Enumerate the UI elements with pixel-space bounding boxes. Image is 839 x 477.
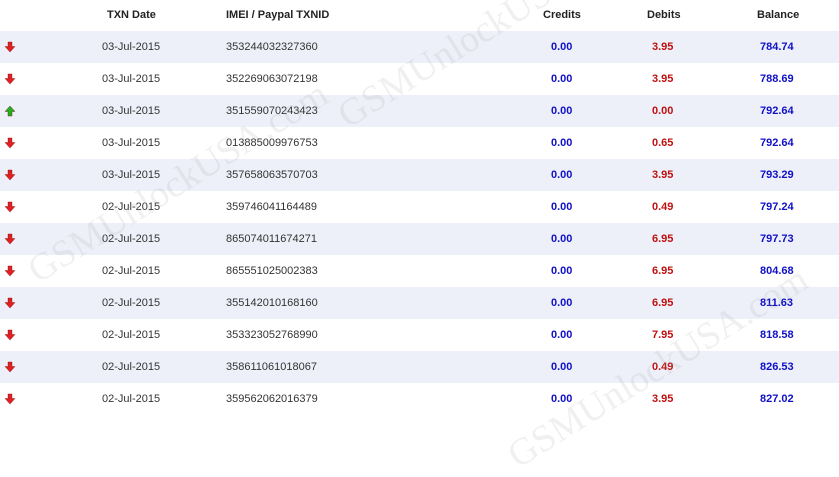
credits-cell: 0.00 bbox=[551, 41, 573, 53]
debit-arrow-down-icon bbox=[4, 169, 16, 181]
imei-txnid-cell: 359746041164489 bbox=[226, 201, 317, 213]
debits-cell: 3.95 bbox=[652, 393, 674, 405]
credit-arrow-up-icon bbox=[4, 105, 16, 117]
table-header: TXN Date IMEI / Paypal TXNID Credits Deb… bbox=[0, 0, 839, 31]
txn-date-cell: 02-Jul-2015 bbox=[102, 233, 161, 245]
debits-cell: 0.49 bbox=[652, 361, 674, 373]
balance-cell: 792.64 bbox=[760, 137, 794, 149]
header-debits: Debits bbox=[647, 9, 681, 21]
imei-txnid-cell: 358611061018067 bbox=[226, 361, 317, 373]
table-row: 02-Jul-2015 358611061018067 0.00 0.49 826.53 bbox=[0, 351, 839, 383]
debits-cell: 3.95 bbox=[652, 169, 674, 181]
credits-cell: 0.00 bbox=[551, 361, 573, 373]
balance-cell: 818.58 bbox=[760, 329, 794, 341]
balance-cell: 784.74 bbox=[760, 41, 794, 53]
imei-txnid-cell: 359562062016379 bbox=[226, 393, 318, 405]
table-row: 02-Jul-2015 353323052768990 0.00 7.95 818.58 bbox=[0, 319, 839, 351]
imei-txnid-cell: 351559070243423 bbox=[226, 105, 318, 117]
debit-arrow-down-icon bbox=[4, 265, 16, 277]
debits-cell: 6.95 bbox=[652, 265, 674, 277]
debit-arrow-down-icon bbox=[4, 393, 16, 405]
txn-date-cell: 02-Jul-2015 bbox=[102, 393, 161, 405]
debit-arrow-down-icon bbox=[4, 297, 16, 309]
imei-txnid-cell: 865551025002383 bbox=[226, 265, 318, 277]
debit-arrow-down-icon bbox=[4, 201, 16, 213]
debits-cell: 7.95 bbox=[652, 329, 674, 341]
debits-cell: 0.65 bbox=[652, 137, 674, 149]
header-txn-date: TXN Date bbox=[107, 9, 156, 21]
txn-date-cell: 03-Jul-2015 bbox=[102, 137, 161, 149]
debits-cell: 6.95 bbox=[652, 233, 674, 245]
debit-arrow-down-icon bbox=[4, 233, 16, 245]
table-row: 02-Jul-2015 355142010168160 0.00 6.95 811.63 bbox=[0, 287, 839, 319]
txn-date-cell: 02-Jul-2015 bbox=[102, 329, 161, 341]
debit-arrow-down-icon bbox=[4, 329, 16, 341]
credits-cell: 0.00 bbox=[551, 201, 573, 213]
table-row: 03-Jul-2015 357658063570703 0.00 3.95 793.29 bbox=[0, 159, 839, 191]
table-row: 02-Jul-2015 359562062016379 0.00 3.95 827.02 bbox=[0, 383, 839, 415]
balance-cell: 811.63 bbox=[760, 297, 794, 309]
balance-cell: 788.69 bbox=[760, 73, 794, 85]
debits-cell: 6.95 bbox=[652, 297, 674, 309]
txn-date-cell: 03-Jul-2015 bbox=[102, 105, 161, 117]
debits-cell: 0.49 bbox=[652, 201, 674, 213]
table-row: 02-Jul-2015 359746041164489 0.00 0.49 797.24 bbox=[0, 191, 839, 223]
credits-cell: 0.00 bbox=[551, 169, 573, 181]
debit-arrow-down-icon bbox=[4, 137, 16, 149]
imei-txnid-cell: 352269063072198 bbox=[226, 73, 318, 85]
table-row: 02-Jul-2015 865551025002383 0.00 6.95 804.68 bbox=[0, 255, 839, 287]
txn-date-cell: 03-Jul-2015 bbox=[102, 41, 161, 53]
credits-cell: 0.00 bbox=[551, 297, 573, 309]
credits-cell: 0.00 bbox=[551, 73, 573, 85]
debit-arrow-down-icon bbox=[4, 41, 16, 53]
balance-cell: 826.53 bbox=[760, 361, 794, 373]
balance-cell: 804.68 bbox=[760, 265, 794, 277]
transaction-table-body: 03-Jul-2015 353244032327360 0.00 3.95 784.74… bbox=[0, 31, 839, 415]
txn-date-cell: 02-Jul-2015 bbox=[102, 201, 161, 213]
header-imei-txnid: IMEI / Paypal TXNID bbox=[226, 9, 330, 21]
table-row: 03-Jul-2015 013885009976753 0.00 0.65 792.64 bbox=[0, 127, 839, 159]
imei-txnid-cell: 353244032327360 bbox=[226, 41, 318, 53]
table-row: 03-Jul-2015 353244032327360 0.00 3.95 784.74 bbox=[0, 31, 839, 63]
imei-txnid-cell: 357658063570703 bbox=[226, 169, 318, 181]
debits-cell: 3.95 bbox=[652, 73, 674, 85]
txn-date-cell: 02-Jul-2015 bbox=[102, 361, 161, 373]
header-credits: Credits bbox=[543, 9, 581, 21]
credits-cell: 0.00 bbox=[551, 233, 573, 245]
balance-cell: 797.73 bbox=[760, 233, 794, 245]
balance-cell: 793.29 bbox=[760, 169, 794, 181]
credits-cell: 0.00 bbox=[551, 393, 573, 405]
debit-arrow-down-icon bbox=[4, 73, 16, 85]
credits-cell: 0.00 bbox=[551, 105, 573, 117]
header-balance: Balance bbox=[757, 9, 800, 21]
imei-txnid-cell: 865074011674271 bbox=[226, 233, 317, 245]
table-row: 02-Jul-2015 865074011674271 0.00 6.95 797.73 bbox=[0, 223, 839, 255]
balance-cell: 797.24 bbox=[760, 201, 794, 213]
table-row: 03-Jul-2015 352269063072198 0.00 3.95 788.69 bbox=[0, 63, 839, 95]
txn-date-cell: 02-Jul-2015 bbox=[102, 265, 161, 277]
credits-cell: 0.00 bbox=[551, 265, 573, 277]
table-row: 03-Jul-2015 351559070243423 0.00 0.00 792.64 bbox=[0, 95, 839, 127]
debits-cell: 3.95 bbox=[652, 41, 674, 53]
debits-cell: 0.00 bbox=[652, 105, 674, 117]
balance-cell: 827.02 bbox=[760, 393, 794, 405]
credits-cell: 0.00 bbox=[551, 137, 573, 149]
imei-txnid-cell: 353323052768990 bbox=[226, 329, 318, 341]
debit-arrow-down-icon bbox=[4, 361, 16, 373]
txn-date-cell: 03-Jul-2015 bbox=[102, 169, 161, 181]
credits-cell: 0.00 bbox=[551, 329, 573, 341]
txn-date-cell: 02-Jul-2015 bbox=[102, 297, 161, 309]
txn-date-cell: 03-Jul-2015 bbox=[102, 73, 161, 85]
balance-cell: 792.64 bbox=[760, 105, 794, 117]
imei-txnid-cell: 355142010168160 bbox=[226, 297, 318, 309]
imei-txnid-cell: 013885009976753 bbox=[226, 137, 318, 149]
